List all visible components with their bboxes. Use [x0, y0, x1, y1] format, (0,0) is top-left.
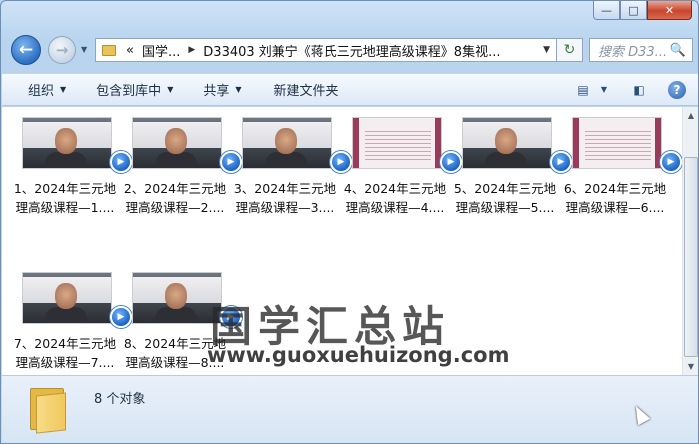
- address-overflow[interactable]: «: [122, 43, 138, 58]
- video-player-icon: ▶: [550, 151, 572, 173]
- file-name-line: 理高级课程—5....: [455, 200, 555, 215]
- close-button[interactable]: ✕: [647, 1, 692, 20]
- view-options-chevron-icon[interactable]: ▼: [597, 79, 611, 101]
- breadcrumb-separator-icon[interactable]: ▶: [184, 45, 199, 55]
- file-name: 7、2024年三元地 理高级课程—7....: [6, 334, 124, 372]
- new-folder-label: 新建文件夹: [273, 84, 339, 99]
- address-bar[interactable]: « 国学... ▶ D33403 刘兼宁《蒋氏三元地理高级课程》8集视... ▼: [95, 38, 557, 62]
- watermark-url: www.guoxuehuizong.com: [207, 343, 510, 367]
- breadcrumb-item[interactable]: 国学...: [138, 41, 184, 60]
- file-name-line: 理高级课程—3....: [235, 200, 335, 215]
- search-icon[interactable]: 🔍: [670, 43, 692, 58]
- search-input[interactable]: 搜索 D33... 🔍: [589, 38, 693, 62]
- folder-icon: [30, 384, 68, 434]
- search-placeholder: 搜索 D33...: [598, 44, 668, 60]
- file-name-line: 5、2024年三元地: [453, 181, 557, 196]
- vertical-scrollbar[interactable]: ▲ ▼: [682, 107, 698, 375]
- command-bar: 组织 ▼ 包含到库中 ▼ 共享 ▼ 新建文件夹 ▤ ▼ ◧ ?: [2, 73, 698, 106]
- file-name-line: 理高级课程—2....: [125, 200, 225, 215]
- help-button[interactable]: ?: [663, 79, 691, 101]
- video-thumbnail: [462, 117, 552, 169]
- caption-buttons: — □ ✕: [593, 1, 692, 20]
- file-list: ▶ 1、2024年三元地 理高级课程—1.... ▶ 2、2024年三元地 理高级课程—2…: [2, 107, 698, 375]
- video-thumbnail: [22, 117, 112, 169]
- video-thumbnail: [132, 117, 222, 169]
- video-player-icon: ▶: [660, 151, 682, 173]
- file-name-line: 6、2024年三元地: [563, 181, 667, 196]
- file-name-line: 2、2024年三元地: [123, 181, 227, 196]
- folder-icon: [102, 44, 116, 56]
- toolbar-right: ▤ ▼ ◧ ?: [569, 79, 698, 101]
- video-player-icon: ▶: [330, 151, 352, 173]
- explorer-window: — □ ✕ ← → ▼ « 国学... ▶ D33403 刘兼宁《蒋氏三元地理高…: [0, 0, 699, 444]
- chevron-down-icon: ▼: [167, 85, 174, 94]
- change-view-icon[interactable]: ▤: [569, 79, 597, 101]
- file-name-line: 3、2024年三元地: [233, 181, 337, 196]
- recent-pages-chevron-icon[interactable]: ▼: [81, 45, 87, 54]
- file-name-line: 理高级课程—7....: [15, 355, 115, 370]
- video-player-icon: ▶: [110, 151, 132, 173]
- video-thumbnail: [22, 272, 112, 324]
- file-name-line: 理高级课程—1....: [15, 200, 115, 215]
- file-name-line: 1、2024年三元地: [13, 181, 117, 196]
- details-pane: 8 个对象: [2, 375, 698, 443]
- navigation-bar: ← → ▼ « 国学... ▶ D33403 刘兼宁《蒋氏三元地理高级课程》8集…: [1, 31, 698, 69]
- organize-label: 组织: [28, 84, 55, 99]
- file-name: 2、2024年三元地 理高级课程—2....: [116, 179, 234, 217]
- video-thumbnail: [352, 117, 442, 169]
- share-menu[interactable]: 共享 ▼: [183, 80, 251, 99]
- breadcrumb-item-current[interactable]: D33403 刘兼宁《蒋氏三元地理高级课程》8集视...: [199, 41, 504, 60]
- include-in-library-menu[interactable]: 包含到库中 ▼: [76, 80, 183, 99]
- scroll-up-icon[interactable]: ▲: [683, 107, 698, 124]
- file-name-line: 7、2024年三元地: [13, 336, 117, 351]
- refresh-button[interactable]: ↻: [557, 38, 583, 62]
- video-player-icon: ▶: [110, 306, 132, 328]
- scroll-down-icon[interactable]: ▼: [683, 358, 698, 375]
- video-thumbnail: [572, 117, 662, 169]
- file-name-line: 理高级课程—4....: [345, 200, 445, 215]
- video-thumbnail: [132, 272, 222, 324]
- video-thumbnail: [242, 117, 332, 169]
- back-button[interactable]: ←: [11, 35, 41, 65]
- file-name: 5、2024年三元地 理高级课程—5....: [446, 179, 564, 217]
- item-count: 8 个对象: [94, 392, 146, 407]
- chevron-down-icon: ▼: [235, 85, 242, 94]
- file-name: 6、2024年三元地 理高级课程—6....: [556, 179, 674, 217]
- organize-menu[interactable]: 组织 ▼: [2, 80, 76, 99]
- video-player-icon: ▶: [440, 151, 462, 173]
- include-in-library-label: 包含到库中: [96, 84, 162, 99]
- file-name-line: 理高级课程—6....: [565, 200, 665, 215]
- new-folder-button[interactable]: 新建文件夹: [252, 80, 349, 99]
- chevron-down-icon: ▼: [60, 85, 67, 94]
- help-icon: ?: [668, 80, 686, 99]
- forward-button[interactable]: →: [48, 36, 76, 64]
- file-name-line: 4、2024年三元地: [343, 181, 447, 196]
- address-dropdown-icon[interactable]: ▼: [537, 45, 556, 55]
- video-player-icon: ▶: [220, 151, 242, 173]
- file-name: 3、2024年三元地 理高级课程—3....: [226, 179, 344, 217]
- share-label: 共享: [203, 84, 230, 99]
- minimize-button[interactable]: —: [593, 1, 620, 20]
- file-name: 4、2024年三元地 理高级课程—4....: [336, 179, 454, 217]
- maximize-button[interactable]: □: [620, 1, 647, 20]
- scrollbar-thumb[interactable]: [684, 157, 698, 357]
- preview-pane-icon[interactable]: ◧: [625, 79, 653, 101]
- file-name: 1、2024年三元地 理高级课程—1....: [6, 179, 124, 217]
